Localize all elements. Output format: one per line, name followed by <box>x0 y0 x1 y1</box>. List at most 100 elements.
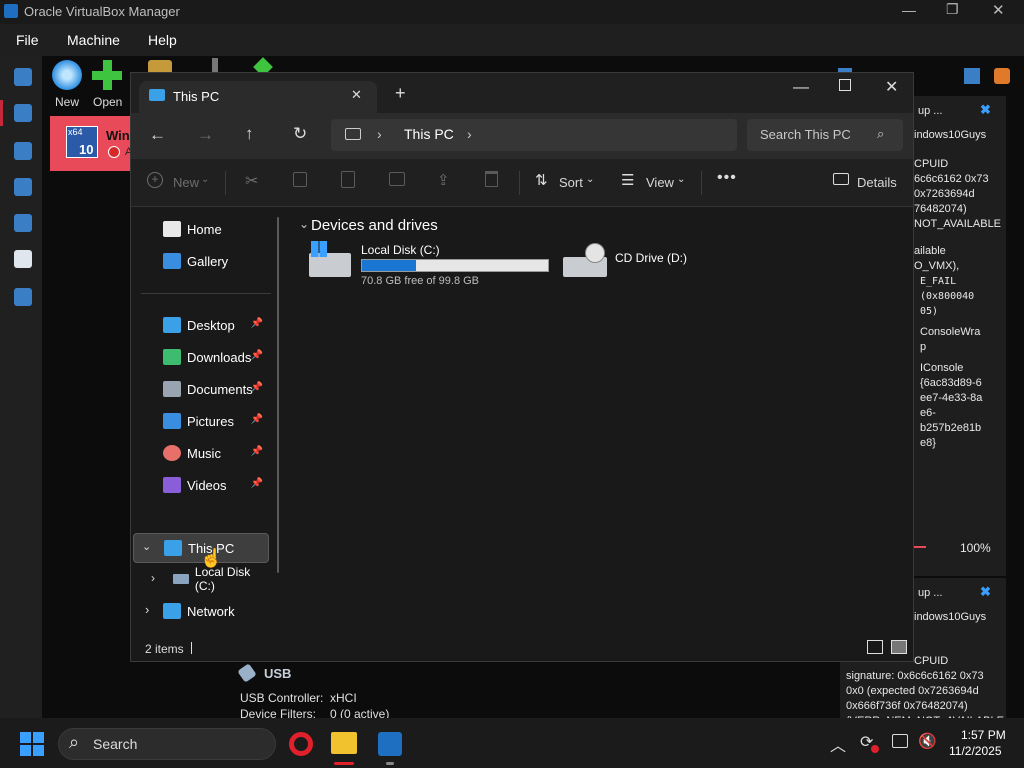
nav-scrollbar[interactable] <box>277 217 279 573</box>
tab-title: This PC <box>173 89 220 104</box>
menu-file[interactable]: File <box>16 32 39 48</box>
pin-icon[interactable]: 📌 <box>251 350 263 361</box>
new-vm-label[interactable]: New <box>55 95 79 109</box>
opera-icon[interactable] <box>289 732 313 756</box>
pin-icon[interactable]: 📌 <box>251 414 263 425</box>
tiles-view-icon[interactable] <box>891 640 907 654</box>
tab-this-pc[interactable]: This PC ✕ <box>139 81 377 113</box>
windows-logo-icon <box>311 241 327 257</box>
notification-close-icon[interactable]: ✖ <box>980 584 991 600</box>
machine-tools-icon[interactable] <box>14 104 32 122</box>
nav-item-local-disk[interactable]: › Local Disk (C:) <box>133 565 273 593</box>
cloud-icon[interactable] <box>14 250 32 268</box>
close-icon[interactable]: ✕ <box>885 77 898 97</box>
taskbar-search[interactable]: ⌕ Search <box>58 728 276 760</box>
sort-icon[interactable]: ⇅ <box>535 171 548 189</box>
details-view-icon[interactable] <box>867 640 883 654</box>
menu-help[interactable]: Help <box>148 32 177 48</box>
pin-icon[interactable]: 📌 <box>251 318 263 329</box>
nav-item-documents[interactable]: Documents 📌 <box>133 375 269 403</box>
view-button[interactable]: View <box>646 175 674 190</box>
maximize-icon[interactable] <box>839 79 851 91</box>
details-pane-icon[interactable] <box>833 173 849 185</box>
nav-item-music[interactable]: Music 📌 <box>133 439 269 467</box>
refresh-icon[interactable]: ↻ <box>293 124 307 144</box>
network-tools-icon[interactable] <box>14 214 32 232</box>
up-arrow-icon[interactable]: ↑ <box>245 124 254 144</box>
open-vm-label[interactable]: Open <box>93 95 122 109</box>
chevron-right-icon[interactable]: › <box>145 602 149 617</box>
global-tools-icon[interactable] <box>14 68 32 86</box>
search-input[interactable]: Search This PC <box>760 127 851 142</box>
chevron-down-icon[interactable]: ⌄ <box>142 540 151 553</box>
new-vm-icon[interactable] <box>52 60 82 90</box>
close-icon[interactable]: ✕ <box>992 1 1005 19</box>
nav-item-downloads[interactable]: Downloads 📌 <box>133 343 269 371</box>
group-icon[interactable] <box>994 68 1010 84</box>
back-arrow-icon[interactable]: ← <box>149 125 166 145</box>
nav-item-home[interactable]: Home <box>133 215 269 243</box>
notification-line: ConsoleWra <box>920 326 981 338</box>
menu-machine[interactable]: Machine <box>67 32 120 48</box>
notification-close-icon[interactable]: ✖ <box>980 102 991 118</box>
breadcrumb-this-pc[interactable]: This PC <box>404 126 454 142</box>
details-button[interactable]: Details <box>857 175 897 190</box>
minimize-icon[interactable]: — <box>793 79 809 97</box>
nav-item-gallery[interactable]: Gallery <box>133 247 269 275</box>
nav-item-this-pc[interactable]: ⌄ This PC ☝ <box>133 533 269 568</box>
new-tab-icon[interactable]: + <box>395 83 406 104</box>
forward-arrow-icon[interactable]: → <box>197 125 214 145</box>
separator <box>701 171 702 195</box>
nav-item-videos[interactable]: Videos 📌 <box>133 471 269 499</box>
search-box[interactable]: Search This PC ⌕ <box>747 119 903 151</box>
chevron-right-icon[interactable]: › <box>151 571 155 585</box>
minimize-icon[interactable]: — <box>902 2 916 18</box>
rename-icon[interactable] <box>389 172 405 186</box>
sort-list-icon[interactable] <box>964 68 980 84</box>
delete-icon[interactable] <box>485 171 498 187</box>
chevron-down-icon[interactable]: ⌄ <box>299 217 309 231</box>
more-options-icon[interactable]: ••• <box>717 169 737 187</box>
nav-label: Desktop <box>187 317 235 333</box>
view-icon[interactable]: ☰ <box>621 171 634 189</box>
new-button[interactable]: New <box>173 175 199 190</box>
volume-muted-icon[interactable]: 🔇 <box>918 732 937 750</box>
maximize-icon[interactable]: ❐ <box>946 1 959 18</box>
notification-body: indows10Guys <box>914 610 986 625</box>
activities-icon[interactable] <box>14 288 32 306</box>
nav-item-desktop[interactable]: Desktop 📌 <box>133 311 269 339</box>
clock-time[interactable]: 1:57 PM <box>961 728 1006 742</box>
paste-icon[interactable] <box>341 171 355 188</box>
usb-section-title[interactable]: USB <box>264 666 291 681</box>
pin-icon[interactable]: 📌 <box>251 478 263 489</box>
notification-line: indows10Guys <box>914 129 987 141</box>
virtualbox-taskbar-icon[interactable] <box>378 732 402 756</box>
file-explorer-taskbar-icon[interactable] <box>331 732 357 754</box>
copy-icon[interactable] <box>293 172 307 187</box>
breadcrumb-chevron-icon[interactable]: › <box>467 126 472 142</box>
section-title[interactable]: Devices and drives <box>311 217 438 234</box>
cut-icon[interactable]: ✂ <box>245 171 258 191</box>
drive-tile-c[interactable]: Local Disk (C:) 70.8 GB free of 99.8 GB <box>309 241 553 293</box>
pin-icon[interactable]: 📌 <box>251 446 263 457</box>
clock-date[interactable]: 11/2/2025 <box>949 744 1002 758</box>
network-status-icon[interactable] <box>892 734 908 748</box>
snapshot-icon[interactable] <box>14 142 32 160</box>
vm-discard-icon[interactable] <box>212 58 218 72</box>
add-vm-icon[interactable] <box>92 60 122 90</box>
sort-button[interactable]: Sort <box>559 175 583 190</box>
tab-close-icon[interactable]: ✕ <box>351 87 362 103</box>
search-icon[interactable]: ⌕ <box>877 126 884 142</box>
breadcrumb-chevron-icon[interactable]: › <box>377 126 382 142</box>
drive-tile-d[interactable]: CD Drive (D:) <box>563 243 763 293</box>
start-windows-icon[interactable] <box>20 732 44 756</box>
media-icon[interactable] <box>14 178 32 196</box>
new-plus-icon[interactable]: + <box>147 172 163 188</box>
pin-icon[interactable]: 📌 <box>251 382 263 393</box>
chevron-up-icon[interactable]: ︿ <box>830 732 846 756</box>
nav-item-network[interactable]: › Network <box>133 597 269 625</box>
vm-list-item[interactable]: x64 10 Wind A <box>50 116 138 171</box>
share-icon[interactable]: ⇪ <box>437 171 450 189</box>
nav-item-pictures[interactable]: Pictures 📌 <box>133 407 269 435</box>
address-bar[interactable]: › This PC › <box>331 119 737 151</box>
